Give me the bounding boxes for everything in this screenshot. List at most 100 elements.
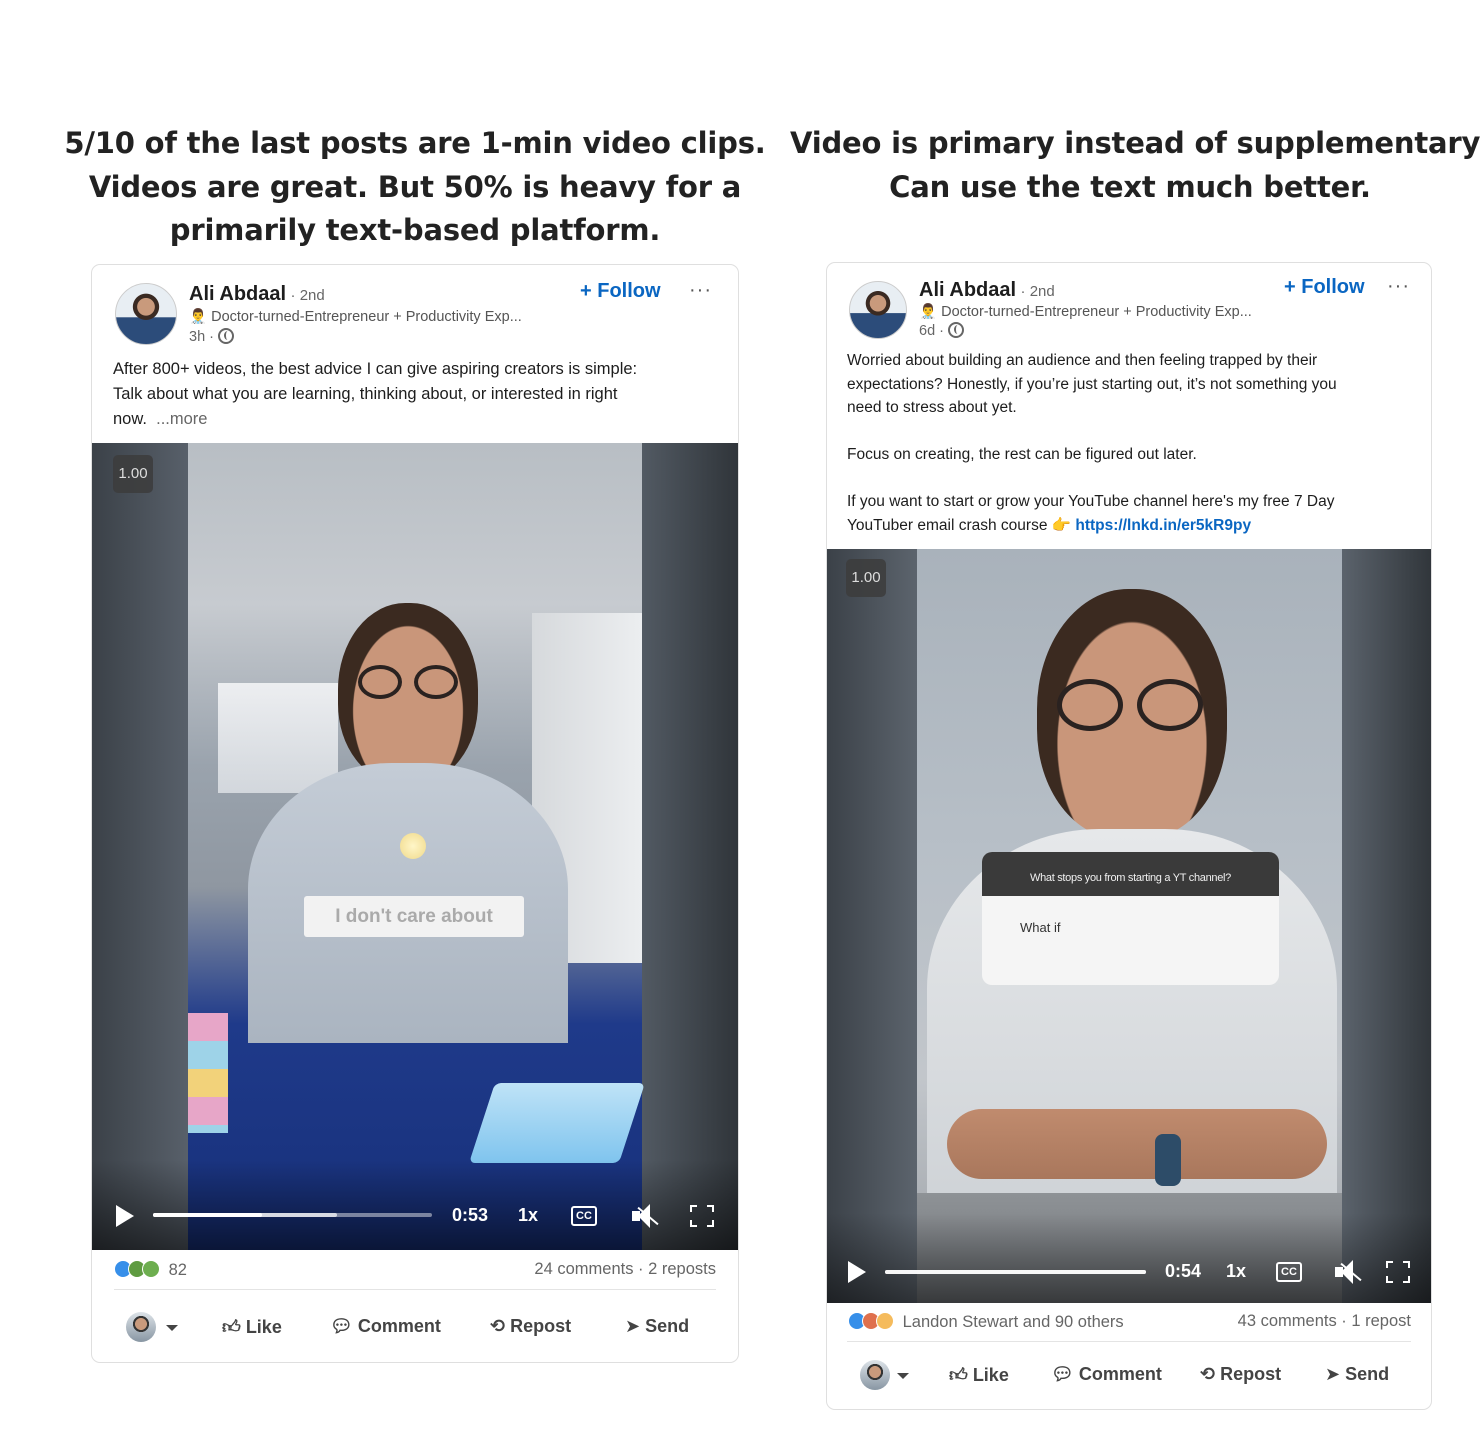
follow-button[interactable]: + Follow — [580, 280, 661, 303]
stats-divider — [114, 1289, 716, 1290]
glasses — [1057, 679, 1123, 731]
left-caption-line-3: primarily text-based platform. — [169, 213, 661, 247]
comment-icon: 💬︎ — [1051, 1364, 1079, 1384]
window-light — [218, 683, 338, 793]
reactions-count: 82 — [168, 1261, 187, 1279]
connection-degree: · 2nd — [1020, 283, 1055, 300]
author-name[interactable]: Ali Abdaal — [189, 283, 286, 305]
author-avatar[interactable] — [115, 283, 177, 345]
comments-reposts[interactable]: 43 comments · 1 repost — [1238, 1312, 1411, 1331]
follow-button[interactable]: + Follow — [1284, 276, 1365, 299]
notebooks — [188, 1013, 228, 1133]
chevron-down-icon[interactable] — [897, 1373, 909, 1379]
light-dot — [400, 833, 426, 859]
post-age: 6d · — [919, 322, 965, 339]
playback-speed-button[interactable]: 1x — [1226, 1261, 1246, 1282]
progress-fill — [153, 1213, 262, 1217]
actor-avatar[interactable] — [860, 1360, 890, 1390]
doctor-emoji-icon: 👨‍⚕️ — [189, 309, 208, 325]
watch — [1155, 1134, 1181, 1186]
play-icon[interactable] — [116, 1205, 134, 1227]
progress-bar[interactable] — [885, 1270, 1146, 1274]
mute-icon[interactable] — [1335, 1260, 1363, 1284]
left-caption-line-1: 5/10 of the last posts are 1-min video c… — [64, 126, 766, 160]
reactions-names: Landon Stewart and 90 others — [902, 1313, 1124, 1331]
author-name-line: Ali Abdaal · 2nd — [919, 279, 1055, 302]
post-body-line-2: expectations? Honestly, if you’re just s… — [847, 375, 1337, 393]
globe-icon — [948, 322, 965, 338]
author-name-line: Ali Abdaal · 2nd — [189, 283, 325, 306]
post-body-line-4: Focus on creating, the rest can be figur… — [847, 446, 1197, 463]
video-player[interactable]: 1.00 I don't care about 0:53 1x CC — [92, 443, 738, 1250]
repost-button[interactable]: ⟲ Repost — [1200, 1364, 1281, 1385]
actor-avatar[interactable] — [126, 1312, 156, 1342]
mute-icon[interactable] — [632, 1204, 660, 1228]
glasses-right — [1137, 679, 1203, 731]
video-blur-left — [92, 443, 188, 1250]
play-icon[interactable] — [848, 1261, 866, 1283]
right-post-card: Ali Abdaal · 2nd 👨‍⚕️ Doctor-turned-Entr… — [826, 262, 1432, 1410]
more-options-icon[interactable]: ··· — [689, 279, 712, 302]
video-player[interactable]: 1.00 What stops you from starting a YT c… — [827, 549, 1431, 1303]
see-more-link[interactable]: ...more — [156, 410, 207, 428]
thumbs-up-icon: 👍︎ — [222, 1317, 246, 1337]
question-sticker-answer: What if — [1020, 920, 1061, 935]
speed-badge: 1.00 — [113, 455, 153, 493]
comment-button[interactable]: 💬︎ Comment — [1051, 1364, 1162, 1385]
post-body-line-3: now. ...more — [113, 410, 208, 428]
send-button[interactable]: ➤ Send — [1325, 1364, 1389, 1385]
doctor-emoji-icon: 👨‍⚕️ — [919, 304, 938, 320]
insightful-reaction-icon — [876, 1312, 894, 1330]
progress-bar[interactable] — [153, 1213, 432, 1217]
glasses — [358, 665, 402, 699]
person-head — [338, 603, 478, 783]
fullscreen-icon[interactable] — [690, 1205, 714, 1227]
send-button[interactable]: ➤ Send — [625, 1316, 689, 1337]
fullscreen-icon[interactable] — [1386, 1261, 1410, 1283]
connection-degree: · 2nd — [290, 287, 325, 304]
reactions-summary[interactable]: Landon Stewart and 90 others — [848, 1312, 1124, 1332]
left-post-card: Ali Abdaal · 2nd 👨‍⚕️ Doctor-turned-Entr… — [91, 264, 739, 1363]
captions-button[interactable]: CC — [571, 1206, 597, 1226]
left-caption: 5/10 of the last posts are 1-min video c… — [60, 122, 770, 253]
thumbs-up-icon: 👍︎ — [949, 1365, 973, 1385]
like-button[interactable]: 👍︎ Like — [949, 1364, 1009, 1386]
time-display: 0:53 — [452, 1205, 489, 1225]
author-name[interactable]: Ali Abdaal — [919, 279, 1016, 301]
reaction-icons — [848, 1312, 898, 1330]
post-body-line-1: Worried about building an audience and t… — [847, 352, 1318, 369]
more-options-icon[interactable]: ··· — [1387, 275, 1410, 298]
chevron-down-icon[interactable] — [166, 1325, 178, 1331]
post-body: After 800+ videos, the best advice I can… — [113, 357, 723, 432]
repost-icon: ⟲ — [1200, 1364, 1221, 1384]
video-blur-left — [827, 549, 917, 1303]
captions-button[interactable]: CC — [1276, 1262, 1302, 1282]
question-sticker-title: What stops you from starting a YT channe… — [982, 852, 1279, 896]
comment-icon: 💬︎ — [330, 1316, 358, 1336]
right-caption-line-2: Can use the text much better. — [889, 169, 1371, 204]
right-caption: Video is primary instead of supplementar… — [790, 122, 1480, 209]
time-display: 0:54 — [1165, 1261, 1202, 1281]
author-headline: 👨‍⚕️ Doctor-turned-Entrepreneur + Produc… — [919, 304, 1252, 320]
post-body-line-3: need to stress about yet. — [847, 399, 1017, 416]
course-link[interactable]: https://lnkd.in/er5kR9py — [1075, 517, 1251, 534]
left-caption-line-2: Videos are great. But 50% is heavy for a — [88, 169, 742, 204]
speed-badge: 1.00 — [846, 559, 886, 597]
post-body-line-6: YouTuber email crash course 👉 https://ln… — [847, 516, 1252, 534]
video-frame — [188, 443, 645, 1250]
playback-speed-button[interactable]: 1x — [518, 1205, 538, 1226]
reactions-summary[interactable]: 82 — [114, 1260, 187, 1280]
send-icon: ➤ — [625, 1316, 646, 1336]
comment-button[interactable]: 💬︎ Comment — [330, 1316, 441, 1337]
like-button[interactable]: 👍︎ Like — [222, 1316, 282, 1338]
repost-button[interactable]: ⟲ Repost — [490, 1316, 571, 1337]
globe-icon — [218, 328, 235, 344]
repost-icon: ⟲ — [490, 1316, 511, 1336]
comments-reposts[interactable]: 24 comments · 2 reposts — [534, 1260, 716, 1279]
post-body-line-5: If you want to start or grow your YouTub… — [847, 493, 1335, 510]
video-blur-right — [642, 443, 738, 1250]
keyboard — [469, 1083, 645, 1163]
question-sticker: What stops you from starting a YT channe… — [982, 852, 1279, 985]
person-arms — [947, 1109, 1327, 1179]
author-avatar[interactable] — [849, 281, 907, 339]
